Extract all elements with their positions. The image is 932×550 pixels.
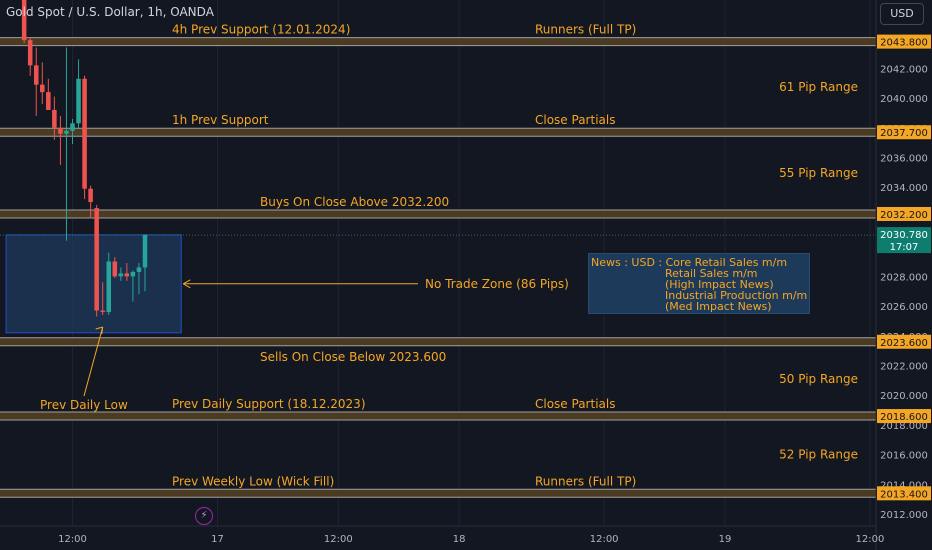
level-band	[0, 37, 876, 46]
level-right-label: Close Partials	[535, 113, 615, 127]
y-tick-label: 2012.000	[880, 510, 928, 521]
news-line: (Med Impact News)	[665, 300, 772, 313]
y-tick-label: 2040.000	[880, 94, 928, 105]
candle-body	[40, 84, 45, 93]
y-tick-label: 2028.000	[880, 272, 928, 283]
x-tick-label: 17	[211, 534, 224, 545]
candle-body	[64, 130, 69, 134]
pip-range-label: 55 Pip Range	[779, 166, 858, 180]
level-band	[0, 489, 876, 498]
level-left-label: 4h Prev Support (12.01.2024)	[172, 23, 350, 37]
symbol-title: Gold Spot / U.S. Dollar, 1h, OANDA	[6, 5, 214, 19]
y-tick-label: 2042.000	[880, 64, 928, 75]
level-left-label: Prev Daily Support (18.12.2023)	[172, 397, 366, 411]
level-price-label: 2037.700	[880, 128, 928, 139]
candle-body	[76, 78, 81, 124]
level-price-label: 2043.800	[880, 38, 928, 49]
candle-body	[130, 271, 136, 277]
level-left-label: Prev Weekly Low (Wick Fill)	[172, 474, 334, 488]
y-tick-label: 2020.000	[880, 391, 928, 402]
pip-range-label: 52 Pip Range	[779, 448, 858, 462]
pip-range-label: 61 Pip Range	[779, 80, 858, 94]
level-left-label: Buys On Close Above 2032.200	[260, 195, 449, 209]
level-band	[0, 128, 876, 137]
x-tick-label: 12:00	[324, 534, 353, 545]
candle-body	[52, 109, 57, 128]
no-trade-zone	[5, 234, 182, 334]
candle-body	[33, 65, 39, 85]
level-right-label: Runners (Full TP)	[535, 474, 636, 488]
level-right-label: Runners (Full TP)	[535, 23, 636, 37]
y-tick-label: 2022.000	[880, 362, 928, 373]
candle-body	[112, 261, 118, 277]
candle-body	[82, 78, 87, 189]
candle-body	[100, 310, 105, 313]
x-tick-label: 12:00	[58, 534, 87, 545]
level-band	[0, 337, 876, 346]
x-tick-label: 18	[453, 534, 466, 545]
level-price-label: 2032.200	[880, 210, 928, 221]
x-tick-label: 12:00	[856, 534, 885, 545]
pip-range-label: 50 Pip Range	[779, 372, 858, 386]
level-right-label: Close Partials	[535, 397, 615, 411]
level-left-label: 1h Prev Support	[172, 113, 269, 127]
candle-body	[88, 188, 93, 203]
y-tick-label: 2016.000	[880, 451, 928, 462]
candle-body	[118, 273, 124, 277]
y-tick-label: 2026.000	[880, 302, 928, 313]
level-band	[0, 209, 876, 218]
candle-body	[70, 123, 75, 131]
level-price-label: 2013.400	[880, 489, 928, 500]
current-price-label: 2030.780	[880, 230, 928, 241]
candle-body	[94, 208, 99, 311]
countdown-label: 17:07	[890, 242, 919, 253]
currency-button[interactable]: USD	[880, 3, 924, 25]
no-trade-zone-label: No Trade Zone (86 Pips)	[425, 277, 569, 291]
candle-body	[142, 234, 148, 268]
x-tick-label: 12:00	[590, 534, 619, 545]
news-box: News : USD : Core Retail Sales m/m Retai…	[588, 253, 810, 314]
level-price-label: 2023.600	[880, 338, 928, 349]
level-band	[0, 412, 876, 421]
y-tick-label: 2036.000	[880, 154, 928, 165]
y-tick-label: 2034.000	[880, 183, 928, 194]
candle-body	[27, 40, 33, 66]
flash-icon[interactable]: ⚡	[195, 507, 213, 525]
candle-body	[136, 267, 142, 272]
level-left-label: Sells On Close Below 2023.600	[260, 350, 446, 364]
candle-body	[46, 92, 51, 110]
x-tick-label: 19	[719, 534, 732, 545]
candle-body	[106, 261, 112, 313]
candle-body	[124, 273, 130, 277]
level-price-label: 2018.600	[880, 412, 928, 423]
candle-body	[58, 127, 63, 134]
prev-daily-low-label: Prev Daily Low	[40, 398, 128, 412]
